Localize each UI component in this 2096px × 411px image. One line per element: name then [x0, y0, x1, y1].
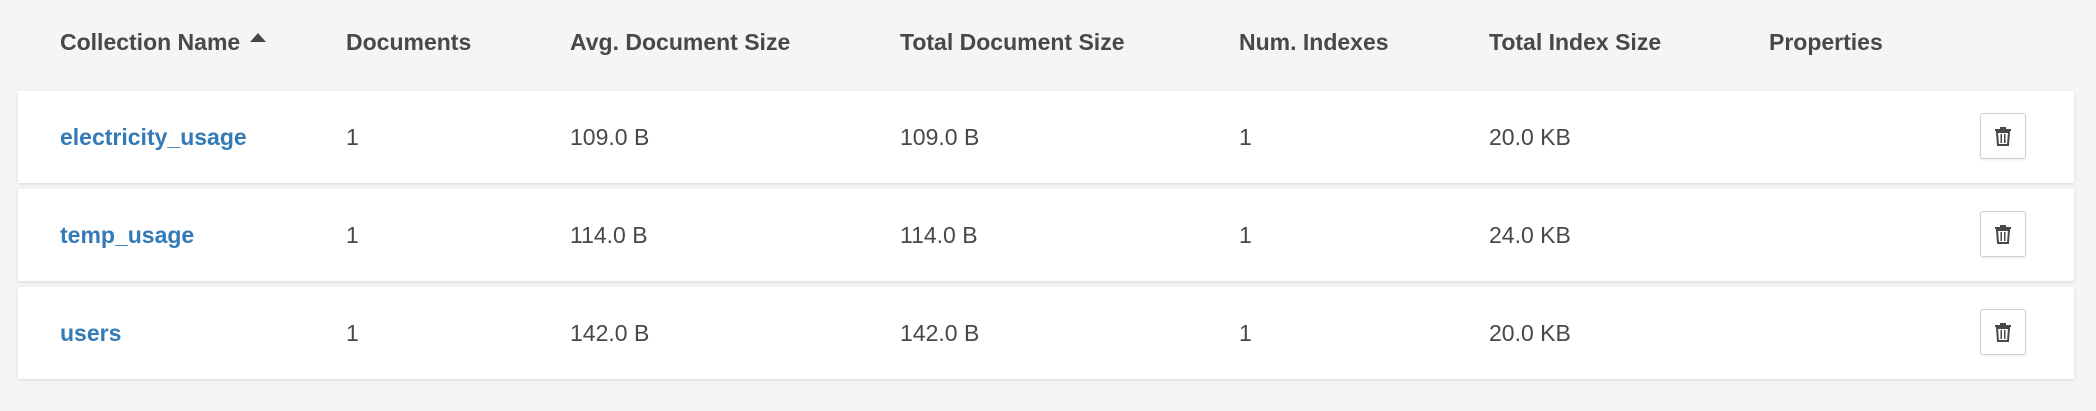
documents-count: 1	[346, 319, 359, 346]
collection-name-link[interactable]: users	[60, 287, 121, 379]
column-header-documents[interactable]: Documents	[346, 22, 471, 62]
trash-icon	[1995, 127, 2011, 146]
total-document-size: 109.0 B	[900, 123, 980, 150]
table-row: users 1 142.0 B 142.0 B 1 20.0 KB	[18, 287, 2074, 379]
documents-count: 1	[346, 221, 359, 248]
column-header-num-indexes[interactable]: Num. Indexes	[1239, 22, 1389, 62]
column-header-label: Total Document Size	[900, 28, 1125, 55]
collection-name-link[interactable]: temp_usage	[60, 189, 194, 281]
column-header-avg-document-size[interactable]: Avg. Document Size	[570, 22, 790, 62]
column-header-label: Collection Name	[60, 28, 241, 55]
table-row: temp_usage 1 114.0 B 114.0 B 1 24.0 KB	[18, 189, 2074, 281]
column-header-properties: Properties	[1769, 22, 1883, 62]
total-index-size: 24.0 KB	[1489, 221, 1571, 248]
documents-count: 1	[346, 123, 359, 150]
sort-ascending-icon[interactable]	[250, 32, 267, 42]
num-indexes: 1	[1239, 319, 1252, 346]
column-header-label: Total Index Size	[1489, 28, 1662, 55]
trash-icon	[1995, 323, 2011, 342]
delete-collection-button[interactable]	[1980, 211, 2026, 257]
total-document-size: 114.0 B	[900, 221, 978, 248]
total-document-size: 142.0 B	[900, 319, 980, 346]
num-indexes: 1	[1239, 221, 1252, 248]
table-row: electricity_usage 1 109.0 B 109.0 B 1 20…	[18, 91, 2074, 183]
collection-name-link[interactable]: electricity_usage	[60, 91, 247, 183]
column-header-total-document-size[interactable]: Total Document Size	[900, 22, 1125, 62]
column-header-label: Num. Indexes	[1239, 28, 1389, 55]
delete-collection-button[interactable]	[1980, 309, 2026, 355]
column-header-total-index-size[interactable]: Total Index Size	[1489, 22, 1661, 62]
num-indexes: 1	[1239, 123, 1252, 150]
total-index-size: 20.0 KB	[1489, 319, 1571, 346]
column-header-label: Avg. Document Size	[570, 28, 791, 55]
delete-collection-button[interactable]	[1980, 113, 2026, 159]
trash-icon	[1995, 225, 2011, 244]
column-header-label: Properties	[1769, 28, 1883, 55]
column-header-collection-name[interactable]: Collection Name	[60, 22, 267, 62]
table-header: Collection Name Documents Avg. Document …	[0, 22, 2096, 62]
avg-document-size: 109.0 B	[570, 123, 650, 150]
avg-document-size: 142.0 B	[570, 319, 650, 346]
column-header-label: Documents	[346, 28, 472, 55]
total-index-size: 20.0 KB	[1489, 123, 1571, 150]
avg-document-size: 114.0 B	[570, 221, 648, 248]
